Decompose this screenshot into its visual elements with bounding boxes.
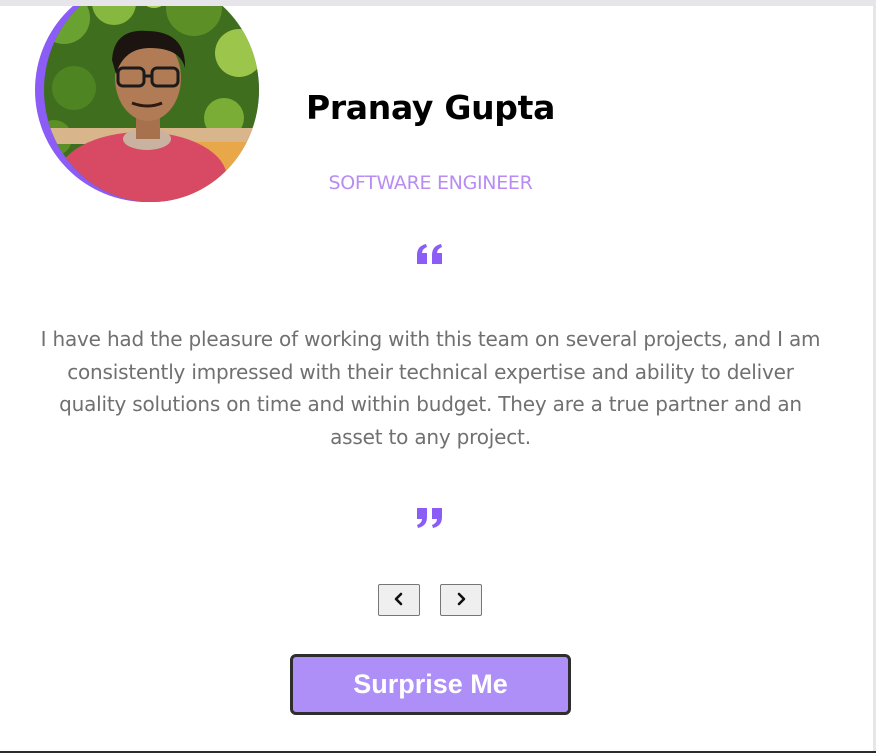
testimonial-text: I have had the pleasure of working with … bbox=[40, 327, 821, 449]
quote-right-icon bbox=[416, 505, 446, 531]
person-name: Pranay Gupta bbox=[305, 88, 556, 127]
chevron-left-icon bbox=[393, 592, 405, 609]
next-button[interactable] bbox=[440, 584, 482, 616]
chevron-right-icon bbox=[455, 592, 467, 609]
quote-left-icon bbox=[416, 243, 446, 269]
prev-button[interactable] bbox=[378, 584, 420, 616]
surprise-me-button[interactable]: Surprise Me bbox=[290, 654, 571, 715]
review-card: Pranay Gupta SOFTWARE ENGINEER I have ha… bbox=[0, 6, 873, 751]
job-title: SOFTWARE ENGINEER bbox=[328, 172, 533, 194]
